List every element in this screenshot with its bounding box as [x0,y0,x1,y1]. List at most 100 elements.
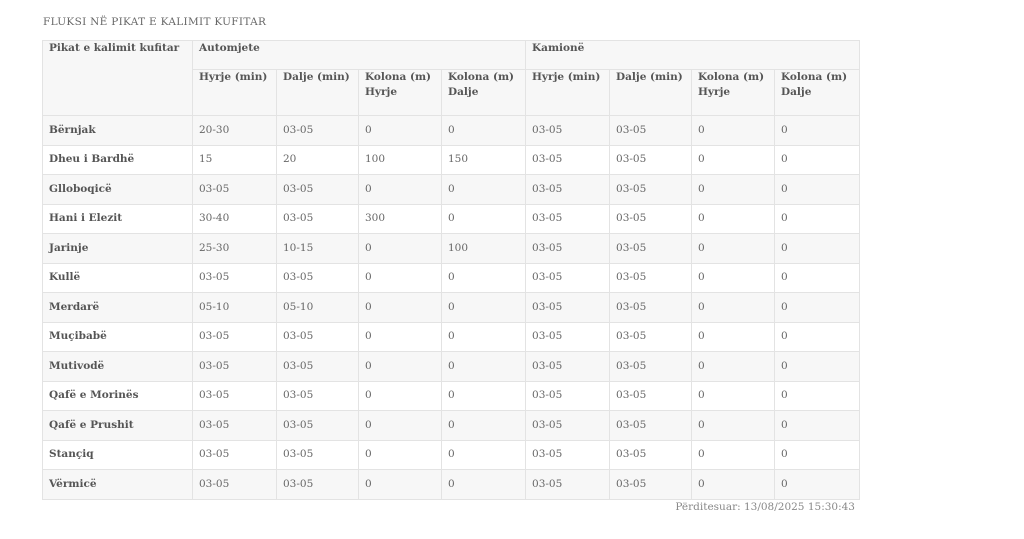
table-cell: 0 [358,292,442,323]
table-cell: 03-05 [192,351,277,382]
table-cell: 0 [691,351,776,382]
table-cell: 0 [440,115,527,146]
border-crossings-table: Pikat e kalimit kufitar Automjete Kamion… [42,40,861,500]
column-header: Kolona (m) Dalje [440,69,527,116]
page-title: FLUKSI NË PIKAT E KALIMIT KUFITAR [43,16,267,28]
table-cell: 20-30 [192,115,277,146]
crossing-name-cell: Qafë e Prushit [42,410,193,441]
table-cell: 0 [358,380,442,411]
column-header-text: Hyrje [365,86,398,98]
table-row: Stançiq 03-05 03-05 0 0 03-05 03-05 0 0 [42,439,861,470]
table-cell: 03-05 [276,351,359,382]
table-cell: 0 [774,469,861,500]
column-header-text: Kolona (m) [781,71,848,83]
table-cell: 03-05 [525,115,611,146]
crossing-name-cell: Mutivodë [42,351,193,382]
table-cell: 03-05 [609,292,693,323]
table-cell: 03-05 [192,469,277,500]
column-header-text: Hyrje (min) [199,71,268,83]
table-cell: 0 [691,174,776,205]
table-row: Glloboqicë 03-05 03-05 0 0 03-05 03-05 0 0 [42,174,861,205]
table-cell: 0 [774,292,861,323]
column-header-text: Dalje (min) [616,71,683,83]
table-cell: 0 [691,233,776,264]
table-row: Qafë e Morinës 03-05 03-05 0 0 03-05 03-05 0 0 [42,380,861,411]
table-cell: 0 [691,203,776,234]
table-cell: 03-05 [525,233,611,264]
table-cell: 100 [358,144,442,175]
table-cell: 0 [358,115,442,146]
table-cell: 03-05 [525,410,611,441]
table-cell: 03-05 [609,144,693,175]
table-cell: 0 [774,351,861,382]
table-cell: 03-05 [276,262,359,293]
table-cell: 30-40 [192,203,277,234]
table-cell: 03-05 [192,380,277,411]
table-cell: 0 [691,410,776,441]
column-header: Hyrje (min) [192,69,277,116]
column-header-text: Dalje [781,86,812,98]
table-cell: 0 [358,351,442,382]
table-cell: 03-05 [525,292,611,323]
table-cell: 03-05 [192,321,277,352]
table-cell: 0 [440,380,527,411]
table-cell: 0 [440,262,527,293]
table-cell: 0 [358,439,442,470]
table-cell: 0 [774,174,861,205]
table-body: Bërnjak 20-30 03-05 0 0 03-05 03-05 0 0 Dheu i Ba… [42,115,861,500]
column-header-text: Hyrje (min) [532,71,601,83]
table-cell: 0 [691,262,776,293]
table-cell: 0 [440,174,527,205]
table-cell: 03-05 [525,174,611,205]
table-cell: 03-05 [525,380,611,411]
table-cell: 0 [774,115,861,146]
table-cell: 03-05 [609,233,693,264]
table-cell: 03-05 [609,203,693,234]
column-header: Hyrje (min) [525,69,611,116]
table-cell: 03-05 [609,380,693,411]
column-header-text: Dalje [448,86,479,98]
table-cell: 03-05 [192,410,277,441]
table-cell: 03-05 [276,174,359,205]
table-cell: 03-05 [609,469,693,500]
column-header-text: Kolona (m) [698,71,765,83]
column-header: Kolona (m) Dalje [774,69,861,116]
table-row: Vërmicë 03-05 03-05 0 0 03-05 03-05 0 0 [42,469,861,500]
table-cell: 03-05 [276,380,359,411]
table-cell: 15 [192,144,277,175]
crossing-name-cell: Stançiq [42,439,193,470]
crossing-column-header: Pikat e kalimit kufitar [42,40,193,116]
table-cell: 03-05 [192,262,277,293]
table-cell: 0 [358,321,442,352]
group-header-vehicles: Automjete [191,40,527,70]
table-cell: 0 [440,292,527,323]
table-cell: 03-05 [276,321,359,352]
table-cell: 0 [691,115,776,146]
table-cell: 0 [774,321,861,352]
table-cell: 03-05 [609,115,693,146]
table-cell: 03-05 [276,469,359,500]
table-row: Bërnjak 20-30 03-05 0 0 03-05 03-05 0 0 [42,115,861,146]
table-cell: 03-05 [609,321,693,352]
table-cell: 0 [691,292,776,323]
crossing-name-cell: Vërmicë [42,469,193,500]
column-header-text: Kolona (m) [365,71,432,83]
table-cell: 10-15 [276,233,359,264]
table-cell: 20 [276,144,359,175]
table-row: Merdarë 05-10 05-10 0 0 03-05 03-05 0 0 [42,292,861,323]
table-cell: 0 [440,203,527,234]
table-cell: 03-05 [276,203,359,234]
table-cell: 05-10 [192,292,277,323]
table-cell: 03-05 [525,351,611,382]
table-cell: 0 [358,410,442,441]
table-cell: 03-05 [276,115,359,146]
column-header-text: Hyrje [698,86,731,98]
table-cell: 0 [691,144,776,175]
column-header-text: Dalje (min) [283,71,350,83]
group-header-trucks: Kamionë [525,40,861,70]
table-cell: 0 [691,469,776,500]
column-header: Dalje (min) [609,69,693,116]
column-header-text: Kolona (m) [448,71,515,83]
table-cell: 0 [440,469,527,500]
column-header: Dalje (min) [276,69,359,116]
